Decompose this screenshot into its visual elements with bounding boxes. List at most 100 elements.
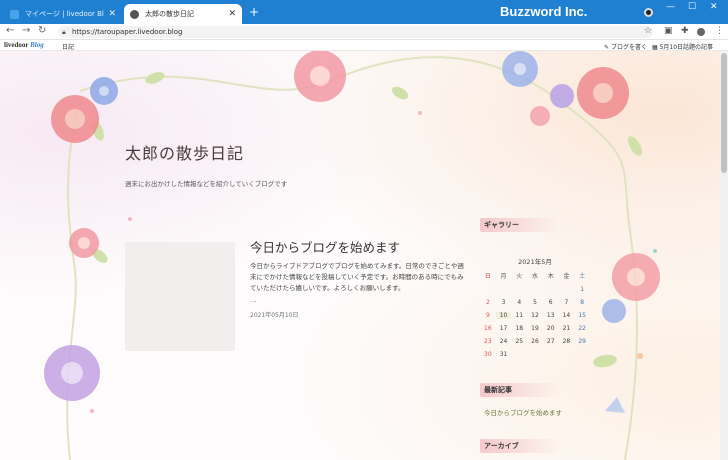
calendar-empty: [543, 351, 559, 358]
logo-text: livedoor: [4, 41, 29, 49]
minimize-icon[interactable]: —: [666, 2, 675, 12]
write-label: ブログを書く: [610, 44, 647, 51]
back-icon[interactable]: ←: [6, 25, 14, 36]
star-icon[interactable]: ☆: [644, 26, 652, 36]
url-field[interactable]: 🔒︎ https://taroupaper.livedoor.blog: [58, 26, 653, 38]
tab-mypage[interactable]: マイページ | livedoor Blog ✕: [4, 4, 122, 24]
calendar-day: 17: [499, 325, 508, 332]
calendar-day: 29: [578, 338, 586, 345]
puzzle-icon[interactable]: ✚: [681, 26, 689, 36]
calendar-day: 8: [580, 299, 585, 306]
calendar-day: 3: [501, 299, 506, 306]
calendar-empty: [543, 286, 559, 293]
calendar-day: 6: [548, 299, 553, 306]
nav-diary[interactable]: 日記: [62, 42, 74, 51]
topic-link[interactable]: ▦ 5月10日話題の記事: [652, 42, 713, 51]
calendar-day: 14: [562, 312, 571, 319]
calendar-day: 11: [515, 312, 524, 319]
write-blog-link[interactable]: ✎ ブログを書く: [604, 42, 647, 51]
livedoor-bar: livedoor Blog 日記 ✎ ブログを書く ▦ 5月10日話題の記事: [0, 40, 728, 51]
calendar-day: 19: [531, 325, 539, 332]
calendar-empty: [496, 286, 512, 293]
calendar-day: 23: [484, 338, 492, 345]
logo-blog-text: Blog: [30, 41, 44, 49]
weekday-sun: 日: [484, 273, 491, 280]
calendar-day: 13: [546, 312, 555, 319]
blog-page: 太郎の散歩日記 週末にお出かけした情報などを紹介していくブログです 今日からブロ…: [0, 51, 720, 460]
recent-heading: 最新記事: [480, 383, 560, 397]
calendar-empty: [574, 351, 590, 358]
calendar-icon: ▦: [652, 44, 658, 51]
calendar-day: 7: [564, 299, 569, 306]
maximize-icon[interactable]: ☐: [688, 2, 696, 12]
calendar-empty: [527, 351, 543, 358]
calendar-day: 16: [484, 325, 492, 332]
calendar-day: 27: [546, 338, 555, 345]
calendar-day: 9: [485, 312, 490, 319]
calendar-day: 20: [546, 325, 555, 332]
extension-icon[interactable]: ▣: [664, 26, 673, 36]
calendar-day: 21: [562, 325, 571, 332]
scrollbar[interactable]: [720, 51, 728, 460]
close-tab-icon[interactable]: ✕: [228, 9, 236, 19]
globe-icon: [130, 9, 139, 19]
topic-label: 5月10日話題の記事: [659, 44, 714, 51]
calendar-day: 4: [517, 299, 522, 306]
close-tab-icon[interactable]: ✕: [108, 9, 116, 19]
calendar-day: 28: [562, 338, 571, 345]
livedoor-logo[interactable]: livedoor Blog: [4, 41, 44, 49]
post-thumbnail[interactable]: [125, 242, 235, 351]
weekday-sat: 土: [579, 273, 586, 280]
gallery-heading: ギャラリー: [480, 218, 560, 232]
calendar-title: 2021年5月: [518, 258, 552, 266]
tab-label: 太郎の散歩日記: [145, 10, 194, 18]
lock-icon: 🔒︎: [62, 28, 66, 36]
calendar-day: 12: [531, 312, 539, 319]
post-date: 2021年05月10日: [250, 312, 299, 319]
post-excerpt: 今日からライブドアブログでブログを始めてみます。日常のできごとや週末にでかけた情…: [250, 262, 464, 292]
livedoor-favicon-icon: [10, 9, 19, 19]
reload-icon[interactable]: ↻: [38, 25, 46, 36]
calendar-day: 2: [485, 299, 490, 306]
blog-description: 週末にお出かけした情報などを紹介していくブログです: [125, 180, 288, 188]
archive-heading: アーカイブ: [480, 439, 560, 453]
tab-label: マイページ | livedoor Blog: [25, 10, 105, 18]
tab-blog[interactable]: 太郎の散歩日記 ✕: [124, 4, 242, 24]
calendar-day: 22: [578, 325, 586, 332]
calendar-grid: 日 月 火 水 木 金 土 1 2 3 4 5 6 7 8 9 10 11 12 13 14 15 16 17 1…: [480, 271, 590, 358]
calendar-day: 10: [495, 312, 512, 319]
calendar-empty: [511, 286, 527, 293]
calendar-day: 24: [499, 338, 508, 345]
weekday-wed: 水: [531, 273, 538, 280]
weekday-fri: 金: [563, 273, 570, 280]
calendar: 2021年5月 日 月 火 水 木 金 土 1 2 3 4 5 6 7 8 9 10 11 12 13 1…: [480, 256, 590, 358]
url-text: https://taroupaper.livedoor.blog: [72, 28, 183, 36]
avatar[interactable]: [697, 28, 705, 36]
scrollbar-thumb[interactable]: [721, 53, 727, 173]
blog-title[interactable]: 太郎の散歩日記: [125, 140, 244, 164]
calendar-day: 25: [515, 338, 524, 345]
calendar-empty: [559, 351, 575, 358]
address-toolbar: ← → ↻ 🔒︎ https://taroupaper.livedoor.blo…: [0, 24, 728, 40]
post-more: …: [250, 296, 257, 304]
calendar-empty: [511, 351, 527, 358]
new-tab-icon[interactable]: +: [249, 5, 259, 19]
calendar-empty: [559, 286, 575, 293]
calendar-empty: [527, 286, 543, 293]
recent-post-link[interactable]: 今日からブログを始めます: [484, 407, 562, 417]
weekday-tue: 火: [516, 273, 523, 280]
calendar-day: 15: [578, 312, 586, 319]
calendar-day: 26: [531, 338, 539, 345]
pencil-icon: ✎: [604, 44, 610, 51]
forward-icon[interactable]: →: [22, 25, 30, 36]
calendar-empty: [480, 286, 496, 293]
window-close-icon[interactable]: ✕: [710, 2, 718, 12]
calendar-day: 30: [484, 351, 492, 358]
calendar-day: 1: [580, 286, 585, 293]
post-title[interactable]: 今日からブログを始めます: [250, 237, 400, 256]
record-icon: [644, 8, 653, 17]
calendar-day: 18: [515, 325, 524, 332]
menu-icon[interactable]: ⋮: [715, 26, 724, 36]
calendar-day: 5: [533, 299, 537, 306]
calendar-day: 31: [499, 351, 508, 358]
